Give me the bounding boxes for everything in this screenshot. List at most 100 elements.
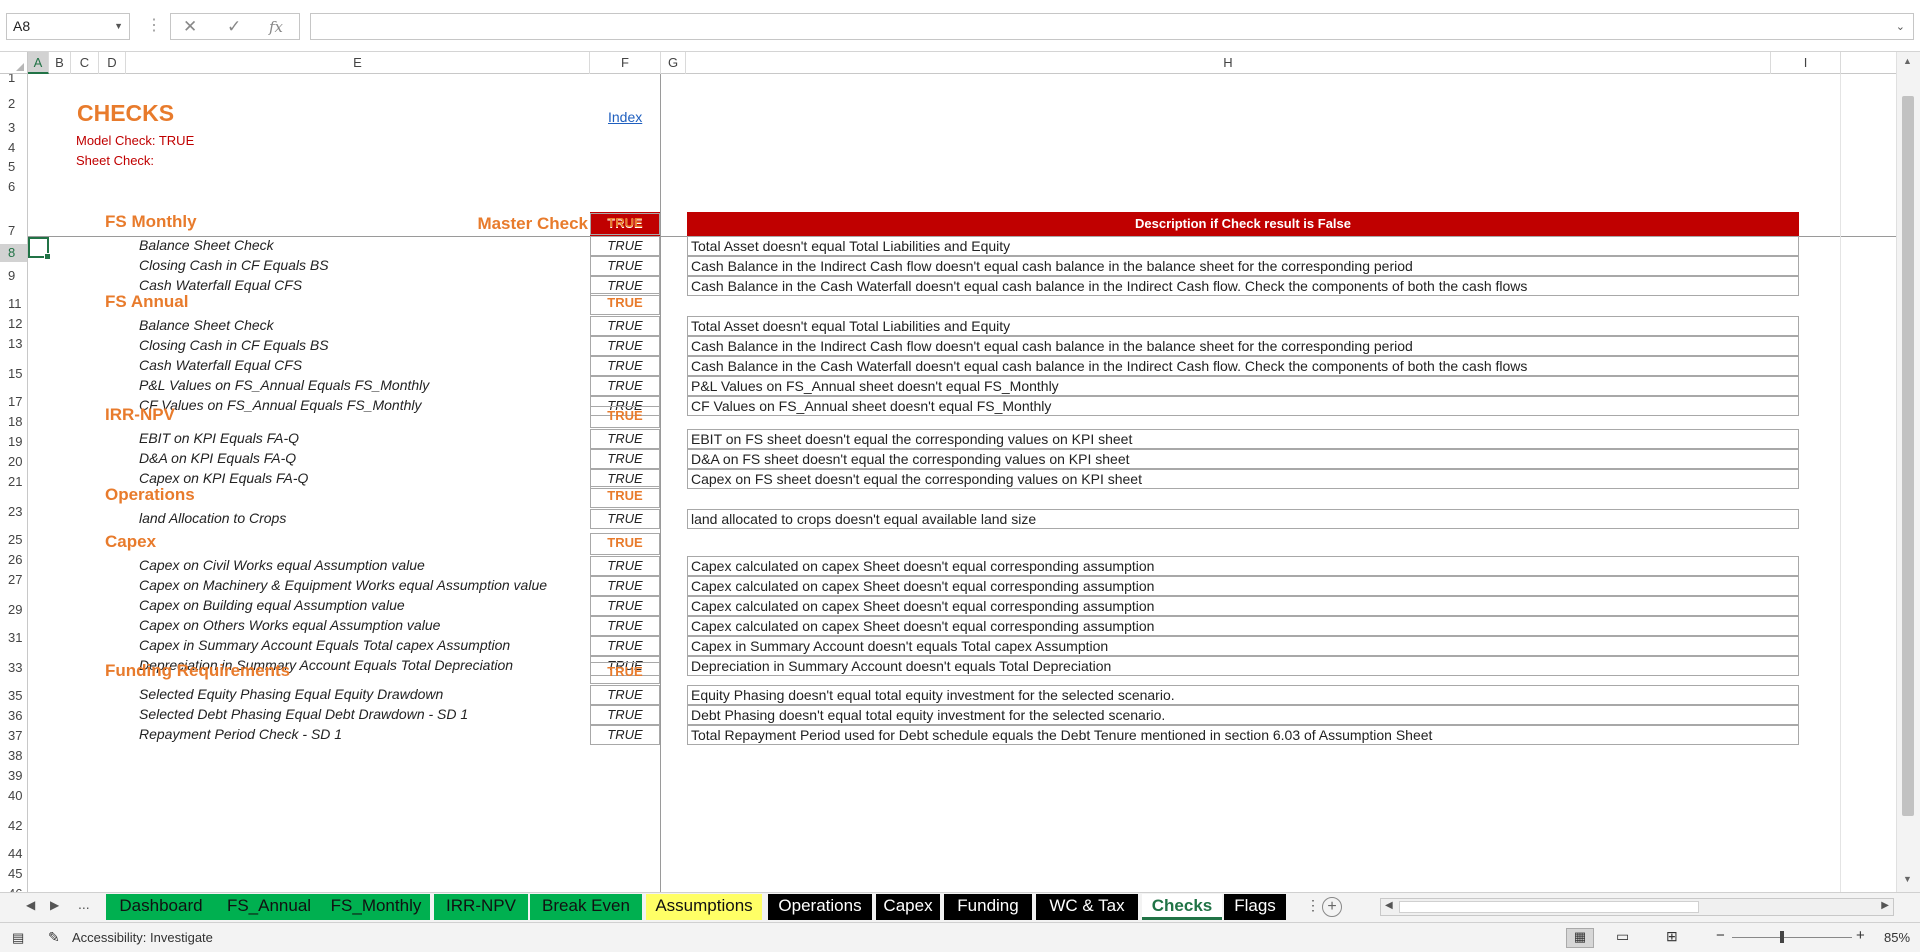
page-break-icon[interactable]: ⊞ [1666,928,1678,945]
row-header-19[interactable]: 19 [0,433,27,451]
section-title: IRR-NPV [105,405,175,424]
sheet-tab-capex[interactable]: Capex [876,894,940,920]
row-header-40[interactable]: 40 [0,787,27,805]
scroll-left-icon[interactable]: ◀ [1385,900,1393,911]
col-header-d[interactable]: D [99,52,126,74]
horizontal-scrollbar[interactable]: ◀ ▶ [1380,898,1894,916]
row-header-4[interactable]: 4 [0,139,27,157]
row-header-38[interactable]: 38 [0,747,27,765]
cell-mode-icon: ▤ [12,930,25,945]
cancel-icon[interactable]: ✕ [183,17,197,37]
zoom-level[interactable]: 85% [1884,930,1910,945]
check-name: Balance Sheet Check [139,317,274,333]
zoom-in-icon[interactable]: + [1856,927,1865,944]
col-header-a[interactable]: A [28,52,49,74]
col-header-g[interactable]: G [661,52,686,74]
row-header-9[interactable]: 9 [0,267,27,285]
col-header-h[interactable]: H [686,52,1771,74]
row-header-21[interactable]: 21 [0,473,27,491]
row-header-45[interactable]: 45 [0,865,27,883]
sheet-tab-irr-npv[interactable]: IRR-NPV [434,894,528,920]
check-value: TRUE [590,449,660,469]
row-header-37[interactable]: 37 [0,727,27,745]
page-layout-icon[interactable]: ▭ [1616,928,1629,945]
check-name: Selected Equity Phasing Equal Equity Dra… [139,686,444,702]
check-value: TRUE [590,429,660,449]
row-header-6[interactable]: 6 [0,178,27,196]
accessibility-status[interactable]: Accessibility: Investigate [72,930,213,945]
tab-scroll-right-icon[interactable]: ▶ [50,898,59,912]
row-header-29[interactable]: 29 [0,601,27,619]
scroll-up-icon[interactable]: ▲ [1903,56,1912,66]
col-header-b[interactable]: B [49,52,71,74]
row-header-25[interactable]: 25 [0,531,27,549]
sheet-tab-dashboard[interactable]: Dashboard [106,894,216,920]
zoom-slider-thumb[interactable] [1780,931,1784,943]
col-header-i[interactable]: I [1771,52,1841,74]
col-header-f[interactable]: F [590,52,661,74]
sheet-tab-operations[interactable]: Operations [768,894,872,920]
add-sheet-button[interactable]: + [1322,897,1342,917]
row-header-35[interactable]: 35 [0,687,27,705]
sheet-tab-checks[interactable]: Checks [1142,894,1222,920]
row-header-7[interactable]: 7 [0,222,27,240]
row-header-23[interactable]: 23 [0,503,27,521]
select-all-corner[interactable] [0,52,28,74]
vertical-scrollbar[interactable]: ▲ ▼ [1896,52,1920,892]
row-header-8[interactable]: 8 [0,244,27,262]
sheet-tab-flags[interactable]: Flags [1224,894,1286,920]
check-description: Capex calculated on capex Sheet doesn't … [687,616,1799,636]
row-header-1[interactable]: 1 [0,74,27,87]
row-header-17[interactable]: 17 [0,393,27,411]
vertical-scroll-thumb[interactable] [1902,96,1914,816]
row-header-27[interactable]: 27 [0,571,27,589]
row-header-2[interactable]: 2 [0,95,27,113]
formula-input[interactable]: ⌄ [310,13,1914,40]
sheet-tab-break-even[interactable]: Break Even [530,894,642,920]
sheet-tab-wc-tax[interactable]: WC & Tax [1036,894,1138,920]
check-name: Capex on KPI Equals FA-Q [139,470,309,486]
scroll-right-icon[interactable]: ▶ [1881,900,1889,911]
zoom-slider[interactable] [1732,937,1852,938]
scroll-down-icon[interactable]: ▼ [1903,874,1912,884]
selected-cell-a8[interactable] [28,237,51,260]
chevron-down-icon[interactable]: ▼ [114,21,123,31]
tab-ellipsis[interactable]: ... [78,896,90,912]
row-header-3[interactable]: 3 [0,119,27,137]
check-description: Equity Phasing doesn't equal total equit… [687,685,1799,705]
row-header-33[interactable]: 33 [0,659,27,677]
row-header-26[interactable]: 26 [0,551,27,569]
row-header-12[interactable]: 12 [0,315,27,333]
function-icon[interactable]: fx [269,18,283,36]
tab-scroll-left-icon[interactable]: ◀ [26,898,35,912]
index-link[interactable]: Index [608,109,642,125]
sheet-tab-assumptions[interactable]: Assumptions [646,894,762,920]
worksheet-grid[interactable]: CHECKS Model Check: TRUE Sheet Check: In… [28,74,1896,892]
check-name: Closing Cash in CF Equals BS [139,337,329,353]
col-header-e[interactable]: E [126,52,590,74]
row-header-18[interactable]: 18 [0,413,27,431]
row-header-46[interactable]: 46 [0,885,27,892]
normal-view-icon[interactable]: ▦ [1566,928,1594,948]
sheet-tab-funding[interactable]: Funding [944,894,1032,920]
row-header-13[interactable]: 13 [0,335,27,353]
sheet-tab-fs-annual[interactable]: FS_Annual [216,894,322,920]
tab-more-icon: ⋮ [1306,897,1320,913]
name-box[interactable]: A8 ▼ [6,13,130,40]
row-header-15[interactable]: 15 [0,365,27,383]
row-header-11[interactable]: 11 [0,295,27,313]
expand-icon[interactable]: ⌄ [1896,20,1905,33]
row-header-31[interactable]: 31 [0,629,27,647]
row-header-44[interactable]: 44 [0,845,27,863]
col-header-c[interactable]: C [71,52,99,74]
horizontal-scroll-thumb[interactable] [1399,901,1699,913]
section-title: Operations [105,485,195,504]
sheet-tab-fs-monthly[interactable]: FS_Monthly [322,894,430,920]
row-header-42[interactable]: 42 [0,817,27,835]
row-header-39[interactable]: 39 [0,767,27,785]
row-header-20[interactable]: 20 [0,453,27,471]
row-header-36[interactable]: 36 [0,707,27,725]
zoom-out-icon[interactable]: − [1716,927,1725,944]
row-header-5[interactable]: 5 [0,158,27,176]
enter-icon[interactable]: ✓ [227,17,241,37]
